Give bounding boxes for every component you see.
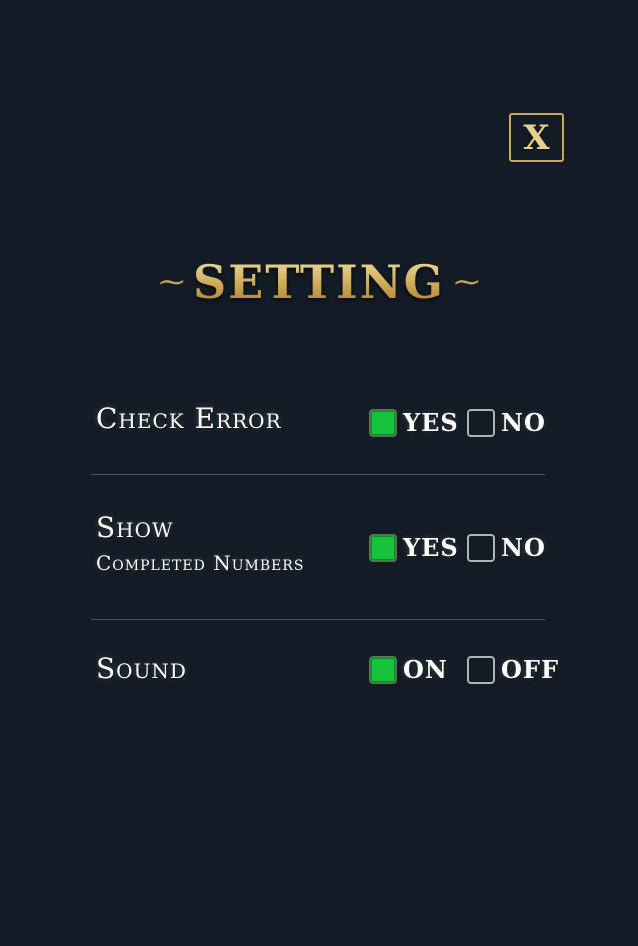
show-completed-yes-option[interactable]: YES (369, 533, 459, 562)
show-completed-yes-label: YES (403, 533, 459, 562)
sound-on-label: ON (403, 655, 448, 684)
page-title: SETTING (193, 255, 445, 309)
divider (91, 619, 545, 620)
right-flourish-icon: ~ (451, 265, 482, 298)
show-completed-no-label: NO (501, 533, 546, 562)
show-label: Show (96, 511, 174, 544)
sound-label: Sound (96, 652, 187, 685)
sound-on-option[interactable]: ON (369, 655, 448, 684)
check-error-yes-label: YES (403, 408, 459, 437)
show-completed-yes-checkbox[interactable] (369, 533, 397, 562)
sound-off-label: OFF (501, 655, 559, 684)
check-error-no-label: NO (501, 408, 546, 437)
close-button[interactable]: X (509, 113, 564, 162)
check-error-yes-option[interactable]: YES (369, 408, 459, 437)
divider (91, 474, 545, 475)
completed-numbers-label: Completed Numbers (96, 551, 305, 575)
check-error-no-option[interactable]: NO (467, 408, 546, 437)
sound-off-option[interactable]: OFF (467, 655, 559, 684)
check-error-no-checkbox[interactable] (467, 408, 495, 437)
sound-on-checkbox[interactable] (369, 655, 397, 684)
show-completed-no-option[interactable]: NO (467, 533, 546, 562)
title-banner: ~ SETTING ~ (0, 252, 638, 312)
sound-off-checkbox[interactable] (467, 655, 495, 684)
left-flourish-icon: ~ (156, 265, 187, 298)
check-error-label: Check Error (96, 402, 282, 435)
check-error-yes-checkbox[interactable] (369, 408, 397, 437)
show-completed-no-checkbox[interactable] (467, 533, 495, 562)
